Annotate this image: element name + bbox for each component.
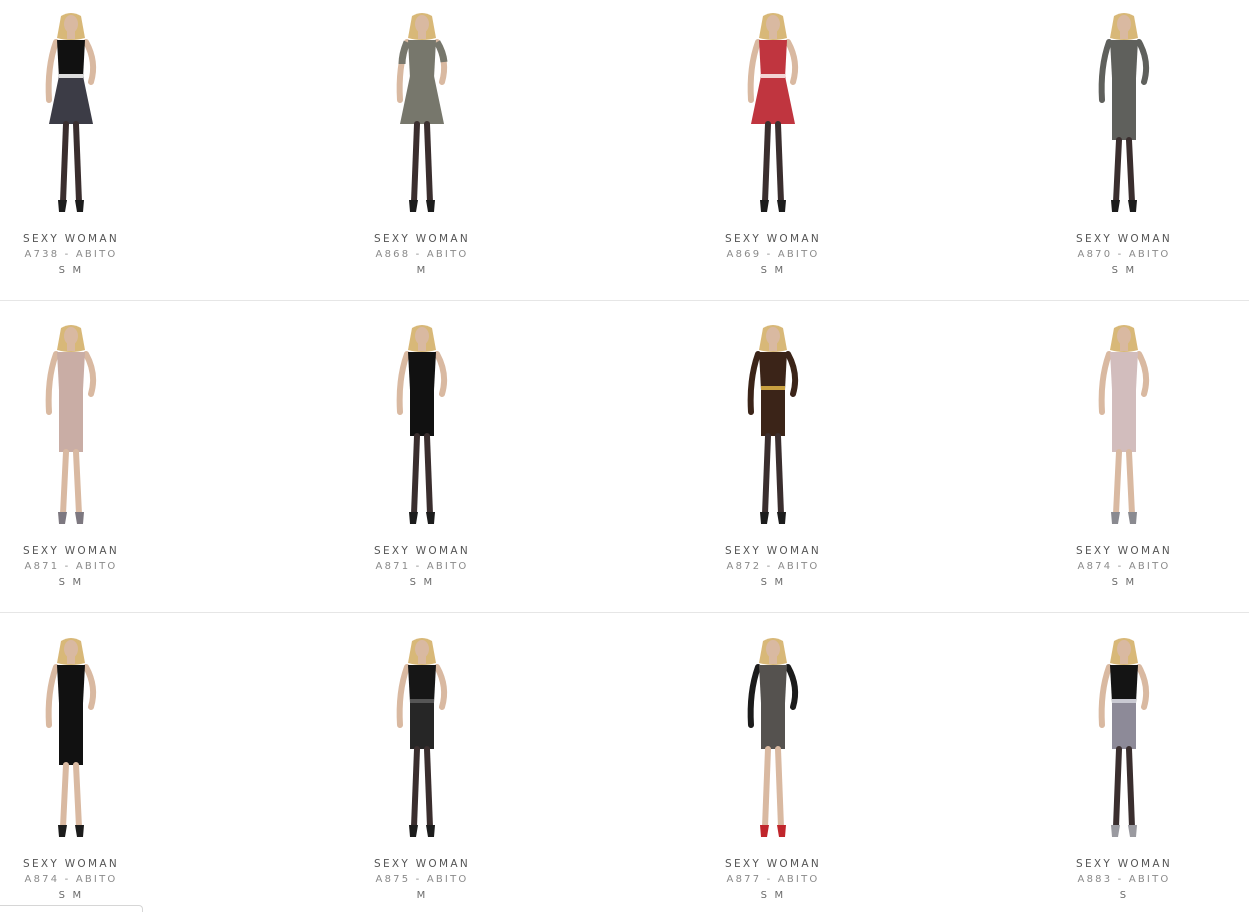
product-model[interactable]: A868 - ABITO bbox=[322, 249, 522, 260]
product-sizes: S M bbox=[58, 265, 84, 276]
product-grid: SEXY WOMAN A738 - ABITO S M SEXY WOMAN A868 … bbox=[0, 0, 1249, 912]
product-sizes: S bbox=[1119, 890, 1129, 901]
product-photo[interactable] bbox=[1, 324, 141, 528]
product-brand[interactable]: SEXY WOMAN bbox=[322, 545, 522, 557]
product-photo[interactable] bbox=[1, 12, 141, 216]
product-model[interactable]: A869 - ABITO bbox=[673, 249, 873, 260]
product-sizes: S M bbox=[58, 890, 84, 901]
product-sizes: M bbox=[416, 265, 428, 276]
product-model[interactable]: A874 - ABITO bbox=[0, 874, 171, 885]
product-photo[interactable] bbox=[1054, 324, 1194, 528]
product-model[interactable]: A872 - ABITO bbox=[673, 561, 873, 572]
product-photo[interactable] bbox=[1054, 12, 1194, 216]
product-card[interactable]: SEXY WOMAN A738 - ABITO S M bbox=[0, 0, 171, 300]
product-sizes: M bbox=[416, 890, 428, 901]
product-model[interactable]: A738 - ABITO bbox=[0, 249, 171, 260]
product-model[interactable]: A877 - ABITO bbox=[673, 874, 873, 885]
product-model[interactable]: A871 - ABITO bbox=[322, 561, 522, 572]
product-photo[interactable] bbox=[352, 637, 492, 841]
product-sizes: S M bbox=[409, 577, 435, 588]
product-card[interactable]: SEXY WOMAN A869 - ABITO S M bbox=[673, 0, 873, 300]
product-photo[interactable] bbox=[1054, 637, 1194, 841]
product-photo[interactable] bbox=[703, 637, 843, 841]
product-photo[interactable] bbox=[703, 12, 843, 216]
product-brand[interactable]: SEXY WOMAN bbox=[322, 858, 522, 870]
product-photo[interactable] bbox=[703, 324, 843, 528]
product-brand[interactable]: SEXY WOMAN bbox=[1024, 233, 1224, 245]
product-brand[interactable]: SEXY WOMAN bbox=[0, 858, 171, 870]
product-model[interactable]: A870 - ABITO bbox=[1024, 249, 1224, 260]
product-card[interactable]: SEXY WOMAN A874 - ABITO S M bbox=[0, 625, 171, 912]
product-photo[interactable] bbox=[352, 12, 492, 216]
product-brand[interactable]: SEXY WOMAN bbox=[0, 233, 171, 245]
product-card[interactable]: SEXY WOMAN A874 - ABITO S M bbox=[1024, 312, 1224, 612]
row-divider bbox=[0, 300, 1249, 301]
product-card[interactable]: SEXY WOMAN A872 - ABITO S M bbox=[673, 312, 873, 612]
product-card[interactable]: SEXY WOMAN A868 - ABITO M bbox=[322, 0, 522, 300]
product-model[interactable]: A874 - ABITO bbox=[1024, 561, 1224, 572]
product-photo[interactable] bbox=[1, 637, 141, 841]
product-brand[interactable]: SEXY WOMAN bbox=[0, 545, 171, 557]
product-model[interactable]: A875 - ABITO bbox=[322, 874, 522, 885]
product-photo[interactable] bbox=[352, 324, 492, 528]
product-brand[interactable]: SEXY WOMAN bbox=[1024, 545, 1224, 557]
product-sizes: S M bbox=[760, 577, 786, 588]
product-model[interactable]: A871 - ABITO bbox=[0, 561, 171, 572]
row-divider bbox=[0, 612, 1249, 613]
product-brand[interactable]: SEXY WOMAN bbox=[322, 233, 522, 245]
product-sizes: S M bbox=[58, 577, 84, 588]
product-brand[interactable]: SEXY WOMAN bbox=[673, 545, 873, 557]
product-card[interactable]: SEXY WOMAN A875 - ABITO M bbox=[322, 625, 522, 912]
product-card[interactable]: SEXY WOMAN A877 - ABITO S M bbox=[673, 625, 873, 912]
product-brand[interactable]: SEXY WOMAN bbox=[673, 233, 873, 245]
product-brand[interactable]: SEXY WOMAN bbox=[673, 858, 873, 870]
product-sizes: S M bbox=[1111, 577, 1137, 588]
product-card[interactable]: SEXY WOMAN A870 - ABITO S M bbox=[1024, 0, 1224, 300]
product-sizes: S M bbox=[760, 890, 786, 901]
product-sizes: S M bbox=[1111, 265, 1137, 276]
product-card[interactable]: SEXY WOMAN A871 - ABITO S M bbox=[0, 312, 171, 612]
product-model[interactable]: A883 - ABITO bbox=[1024, 874, 1224, 885]
product-sizes: S M bbox=[760, 265, 786, 276]
product-card[interactable]: SEXY WOMAN A871 - ABITO S M bbox=[322, 312, 522, 612]
product-brand[interactable]: SEXY WOMAN bbox=[1024, 858, 1224, 870]
product-card[interactable]: SEXY WOMAN A883 - ABITO S bbox=[1024, 625, 1224, 912]
